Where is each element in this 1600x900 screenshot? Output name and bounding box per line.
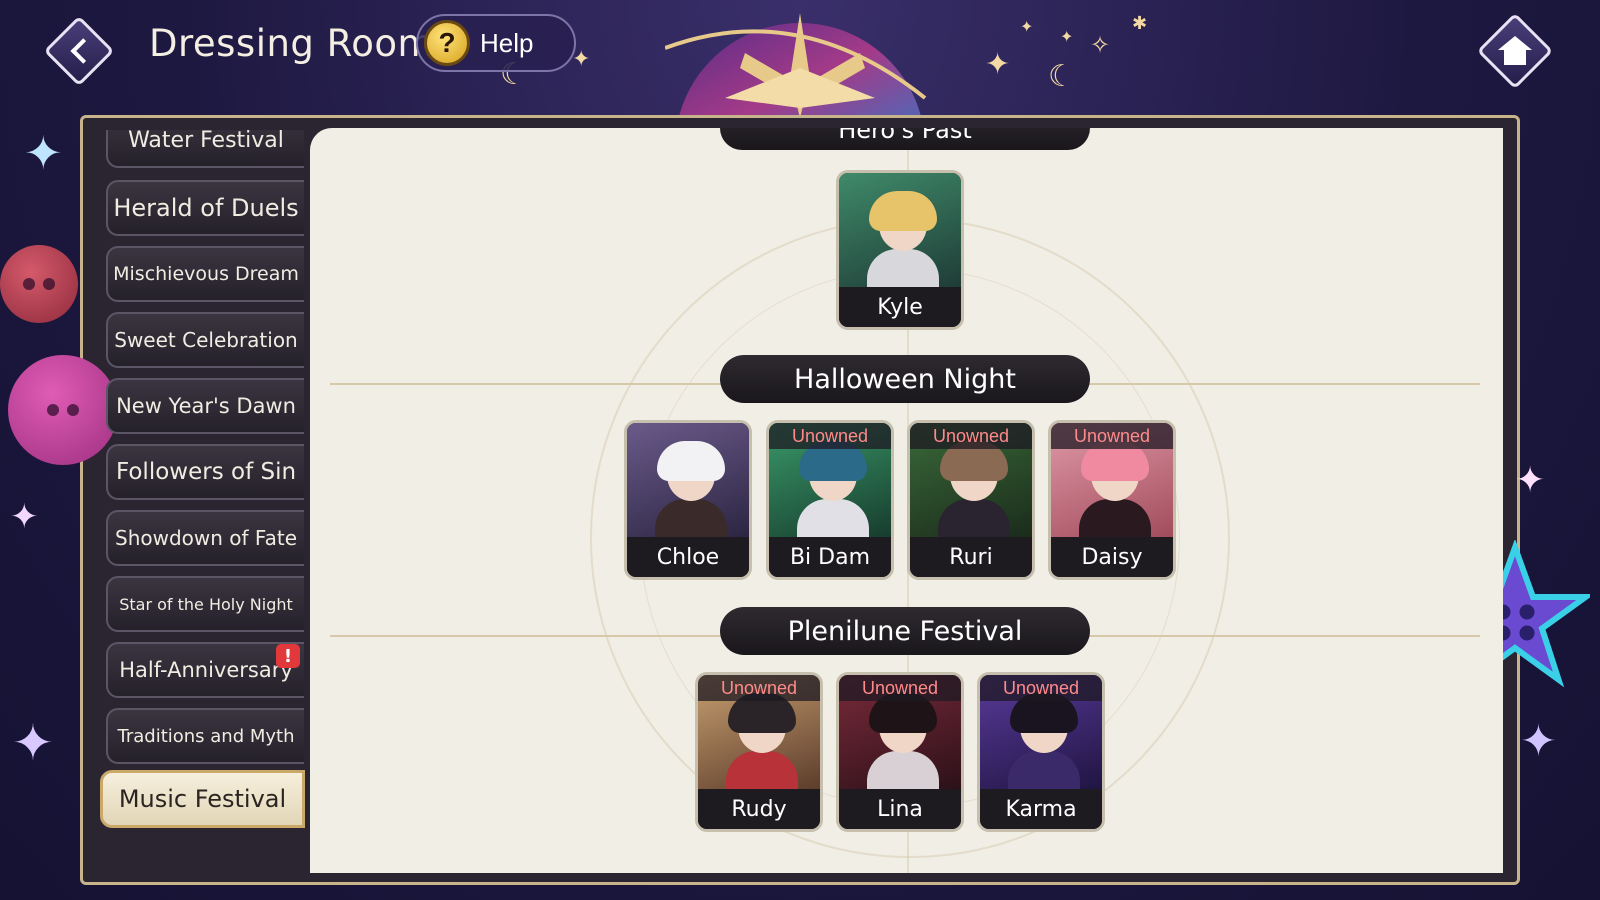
section-title: Halloween Night xyxy=(794,363,1016,395)
sidebar-item-star-of-the-holy-night[interactable]: Star of the Holy Night xyxy=(106,576,304,632)
sidebar-item-label: Star of the Holy Night xyxy=(119,594,293,614)
section-title: Hero's Past xyxy=(838,128,972,144)
character-card-rudy[interactable]: Unowned Rudy xyxy=(695,672,823,832)
sparkle-icon: ✦ xyxy=(1020,19,1034,36)
sidebar-item-label: Music Festival xyxy=(118,785,287,813)
sidebar-item-music-festival[interactable]: Music Festival xyxy=(100,770,305,828)
sidebar-item-label: New Year's Dawn xyxy=(116,394,296,418)
character-name: Karma xyxy=(980,789,1102,829)
help-label: Help xyxy=(480,27,534,58)
sidebar-item-traditions-and-myth[interactable]: Traditions and Myth xyxy=(106,708,304,764)
section-title-heros-past: Hero's Past xyxy=(720,128,1090,150)
event-list-sidebar[interactable]: Water Festival Herald of Duels Mischievo… xyxy=(100,130,305,855)
sidebar-item-showdown-of-fate[interactable]: Showdown of Fate xyxy=(106,510,304,566)
character-card-kyle[interactable]: Kyle xyxy=(836,170,964,330)
sidebar-item-herald-of-duels[interactable]: Herald of Duels xyxy=(106,180,304,236)
page-title: Dressing Room xyxy=(149,22,435,65)
button-decoration-icon xyxy=(0,245,78,323)
section-title-plenilune-festival: Plenilune Festival xyxy=(720,607,1090,655)
unowned-label: Unowned xyxy=(980,675,1102,701)
sparkle-icon: ✦ xyxy=(12,715,54,771)
section-title: Plenilune Festival xyxy=(787,615,1023,647)
sparkle-icon: ✦ xyxy=(1520,717,1557,766)
home-icon xyxy=(1498,36,1532,66)
sparkle-icon: ✦ xyxy=(10,498,39,536)
unowned-label: Unowned xyxy=(698,675,820,701)
sidebar-item-label: Followers of Sin xyxy=(115,459,297,485)
back-diamond-icon xyxy=(70,38,96,64)
unowned-label: Unowned xyxy=(1051,423,1173,449)
character-name: Kyle xyxy=(839,287,961,327)
character-card-bi-dam[interactable]: Unowned Bi Dam xyxy=(766,420,894,580)
home-button[interactable] xyxy=(1476,12,1554,90)
unowned-label: Unowned xyxy=(839,675,961,701)
sparkle-icon: ✧ xyxy=(1090,32,1111,59)
character-card-karma[interactable]: Unowned Karma xyxy=(977,672,1105,832)
character-card-ruri[interactable]: Unowned Ruri xyxy=(907,420,1035,580)
question-icon: ? xyxy=(424,20,470,66)
sidebar-item-label: Herald of Duels xyxy=(113,194,299,222)
back-button[interactable] xyxy=(40,12,118,90)
sparkle-icon: ✦ xyxy=(1515,459,1546,500)
sidebar-item-water-festival[interactable]: Water Festival xyxy=(106,130,304,168)
sidebar-item-new-years-dawn[interactable]: New Year's Dawn xyxy=(106,378,304,434)
alert-badge: ! xyxy=(276,644,300,668)
unowned-label: Unowned xyxy=(910,423,1032,449)
character-card-chloe[interactable]: Chloe xyxy=(624,420,752,580)
character-portrait xyxy=(627,423,749,559)
character-name: Bi Dam xyxy=(769,537,891,577)
character-name: Ruri xyxy=(910,537,1032,577)
help-button[interactable]: ? Help xyxy=(416,14,576,72)
sidebar-item-label: Showdown of Fate xyxy=(115,526,297,550)
sidebar-item-sweet-celebration[interactable]: Sweet Celebration xyxy=(106,312,304,368)
sidebar-item-half-anniversary[interactable]: Half-Anniversary ! xyxy=(106,642,304,698)
sparkle-icon: ✦ xyxy=(985,48,1011,81)
sidebar-item-label: Mischievous Dream xyxy=(113,263,299,285)
sidebar-item-label: Traditions and Myth xyxy=(117,725,295,747)
sparkle-icon: ✦ xyxy=(24,127,63,179)
unowned-label: Unowned xyxy=(769,423,891,449)
sidebar-item-label: Half-Anniversary xyxy=(119,658,293,682)
character-name: Chloe xyxy=(627,537,749,577)
sidebar-item-label: Sweet Celebration xyxy=(114,328,298,352)
costume-panel[interactable]: Hero's Past Kyle Halloween Night Chloe U… xyxy=(310,128,1503,873)
character-name: Lina xyxy=(839,789,961,829)
character-name: Rudy xyxy=(698,789,820,829)
character-name: Daisy xyxy=(1051,537,1173,577)
moon-icon: ☾ xyxy=(1048,60,1075,93)
character-card-daisy[interactable]: Unowned Daisy xyxy=(1048,420,1176,580)
sidebar-item-followers-of-sin[interactable]: Followers of Sin xyxy=(106,444,304,500)
character-card-lina[interactable]: Unowned Lina xyxy=(836,672,964,832)
sidebar-item-label: Water Festival xyxy=(128,130,284,153)
sparkle-icon: ✱ xyxy=(1132,13,1148,33)
section-title-halloween-night: Halloween Night xyxy=(720,355,1090,403)
sparkle-icon: ✦ xyxy=(1060,29,1074,46)
character-portrait xyxy=(839,173,961,309)
sidebar-item-mischievous-dream[interactable]: Mischievous Dream xyxy=(106,246,304,302)
